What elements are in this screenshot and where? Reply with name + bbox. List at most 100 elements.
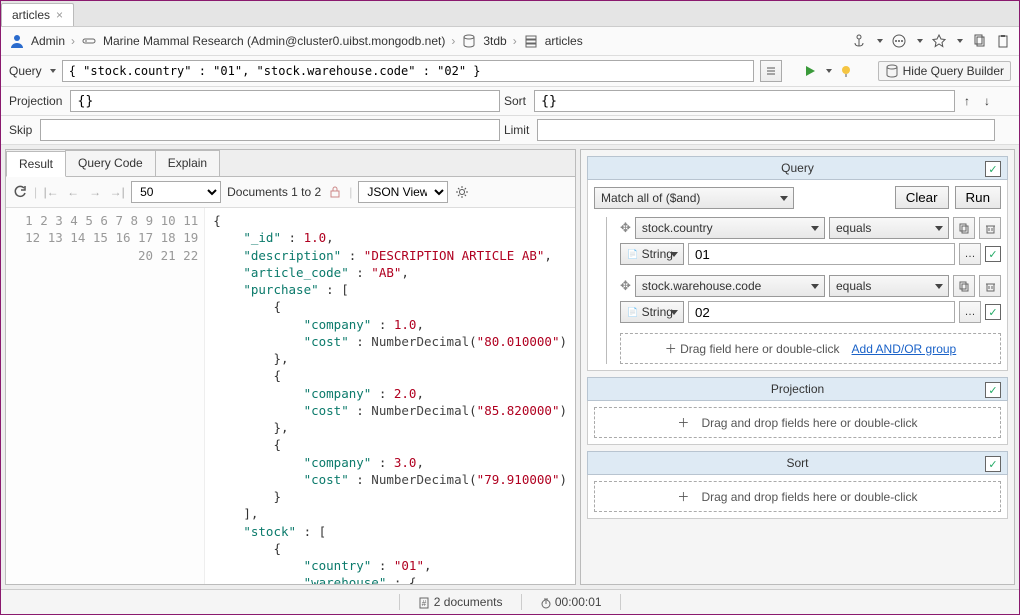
query-panel-header[interactable]: Query ✓ [587,156,1008,180]
copy-condition-icon[interactable] [953,217,975,239]
chevron-right-icon: › [451,34,455,48]
run-icon[interactable] [802,63,818,79]
query-dropdown-icon[interactable] [50,69,56,73]
chevron-right-icon: › [513,34,517,48]
copy-condition-icon[interactable] [953,275,975,297]
hide-query-builder-button[interactable]: Hide Query Builder [878,61,1011,81]
user-icon [9,33,25,49]
delete-condition-icon[interactable] [979,217,1001,239]
doc-count-status: # 2 documents [418,595,502,609]
first-page-icon[interactable]: |← [43,184,59,200]
ellipsis-icon[interactable] [891,33,907,49]
json-viewer[interactable]: 1 2 3 4 5 6 7 8 9 10 11 12 13 14 15 16 1… [6,208,575,584]
bc-user[interactable]: Admin [31,34,65,48]
bc-collection[interactable]: articles [545,34,583,48]
limit-label: Limit [504,123,533,137]
type-select[interactable]: 📄 String [620,243,684,265]
sort-enabled-checkbox[interactable]: ✓ [985,456,1001,472]
add-condition-drop[interactable]: ＋ Drag field here or double-click Add AN… [620,333,1001,364]
next-page-icon[interactable]: → [87,184,103,200]
sort-label: Sort [504,94,530,108]
match-mode-select[interactable]: Match all of ($and) [594,187,794,209]
clear-button[interactable]: Clear [895,186,949,209]
editor-tabbar: articles × [1,1,1019,27]
doc-range-label: Documents 1 to 2 [227,185,321,199]
query-list-icon[interactable] [760,60,782,82]
skip-input[interactable] [40,119,500,141]
hide-builder-label: Hide Query Builder [903,64,1004,78]
last-page-icon[interactable]: →| [109,184,125,200]
projection-drop[interactable]: ＋ Drag and drop fields here or double-cl… [594,407,1001,438]
value-input[interactable] [688,301,955,323]
close-icon[interactable]: × [56,8,63,22]
elapsed-status: 00:00:01 [540,595,602,609]
sort-asc-icon[interactable]: ↑ [959,93,975,109]
sort-drop[interactable]: ＋ Drag and drop fields here or double-cl… [594,481,1001,512]
query-panel: Query ✓ Match all of ($and) Clear Run [587,156,1008,371]
toolbar-right [851,33,1011,49]
sort-input[interactable] [534,90,955,112]
skip-label: Skip [9,123,36,137]
tab-articles[interactable]: articles × [1,3,74,26]
query-bar: Query Hide Query Builder [1,56,1019,87]
prev-page-icon[interactable]: ← [65,184,81,200]
query-label: Query [9,64,42,78]
type-select[interactable]: 📄 String [620,301,684,323]
content-split: Result Query Code Explain | |← ← → →| 50… [1,145,1019,589]
condition-row: ✥ stock.warehouse.code equals 📄 String … [594,275,1001,323]
sort-panel-header[interactable]: Sort ✓ [587,451,1008,475]
projection-panel: Projection ✓ ＋ Drag and drop fields here… [587,377,1008,445]
results-pane: Result Query Code Explain | |← ← → →| 50… [5,149,576,585]
condition-row: ✥ stock.country equals 📄 String … ✓ [594,217,1001,265]
delete-condition-icon[interactable] [979,275,1001,297]
condition-enabled-checkbox[interactable]: ✓ [985,304,1001,320]
database-icon [461,33,477,49]
value-picker-icon[interactable]: … [959,301,981,323]
paste-icon[interactable] [995,33,1011,49]
drag-handle-icon[interactable]: ✥ [620,220,631,236]
projection-input[interactable] [70,90,500,112]
sort-panel: Sort ✓ ＋ Drag and drop fields here or do… [587,451,1008,519]
query-input[interactable] [62,60,754,82]
page-size-select[interactable]: 50 [131,181,221,203]
tab-result[interactable]: Result [6,151,66,177]
run-dropdown-icon[interactable] [826,69,832,73]
breadcrumb: Admin › Marine Mammal Research (Admin@cl… [1,27,1019,56]
value-picker-icon[interactable]: … [959,243,981,265]
projection-enabled-checkbox[interactable]: ✓ [985,382,1001,398]
condition-enabled-checkbox[interactable]: ✓ [985,246,1001,262]
gear-icon[interactable] [454,184,470,200]
projection-panel-header[interactable]: Projection ✓ [587,377,1008,401]
view-mode-select[interactable]: JSON View [358,181,448,203]
collection-icon [523,33,539,49]
chevron-right-icon: › [71,34,75,48]
tab-query-code[interactable]: Query Code [65,150,156,176]
operator-select[interactable]: equals [829,217,949,239]
refresh-icon[interactable] [12,184,28,200]
projection-label: Projection [9,94,66,108]
operator-select[interactable]: equals [829,275,949,297]
copy-icon[interactable] [971,33,987,49]
value-input[interactable] [688,243,955,265]
svg-text:#: # [422,599,427,608]
tab-explain[interactable]: Explain [155,150,220,176]
query-builder-pane: Query ✓ Match all of ($and) Clear Run [580,149,1015,585]
field-select[interactable]: stock.warehouse.code [635,275,825,297]
limit-input[interactable] [537,119,995,141]
lock-icon[interactable] [327,184,343,200]
add-and-or-link[interactable]: Add AND/OR group [852,342,957,356]
star-icon[interactable] [931,33,947,49]
field-select[interactable]: stock.country [635,217,825,239]
anchor-icon[interactable] [851,33,867,49]
hint-icon[interactable] [838,63,854,79]
json-body: { "_id" : 1.0, "description" : "DESCRIPT… [205,208,575,584]
drag-handle-icon[interactable]: ✥ [620,278,631,294]
query-enabled-checkbox[interactable]: ✓ [985,161,1001,177]
bc-db[interactable]: 3tdb [483,34,506,48]
run-button[interactable]: Run [955,186,1001,209]
skip-limit-row: Skip Limit [1,116,1019,145]
app-window: articles × Admin › Marine Mammal Researc… [0,0,1020,615]
bc-connection[interactable]: Marine Mammal Research (Admin@cluster0.u… [103,34,445,48]
sort-desc-icon[interactable]: ↓ [979,93,995,109]
connection-icon [81,33,97,49]
